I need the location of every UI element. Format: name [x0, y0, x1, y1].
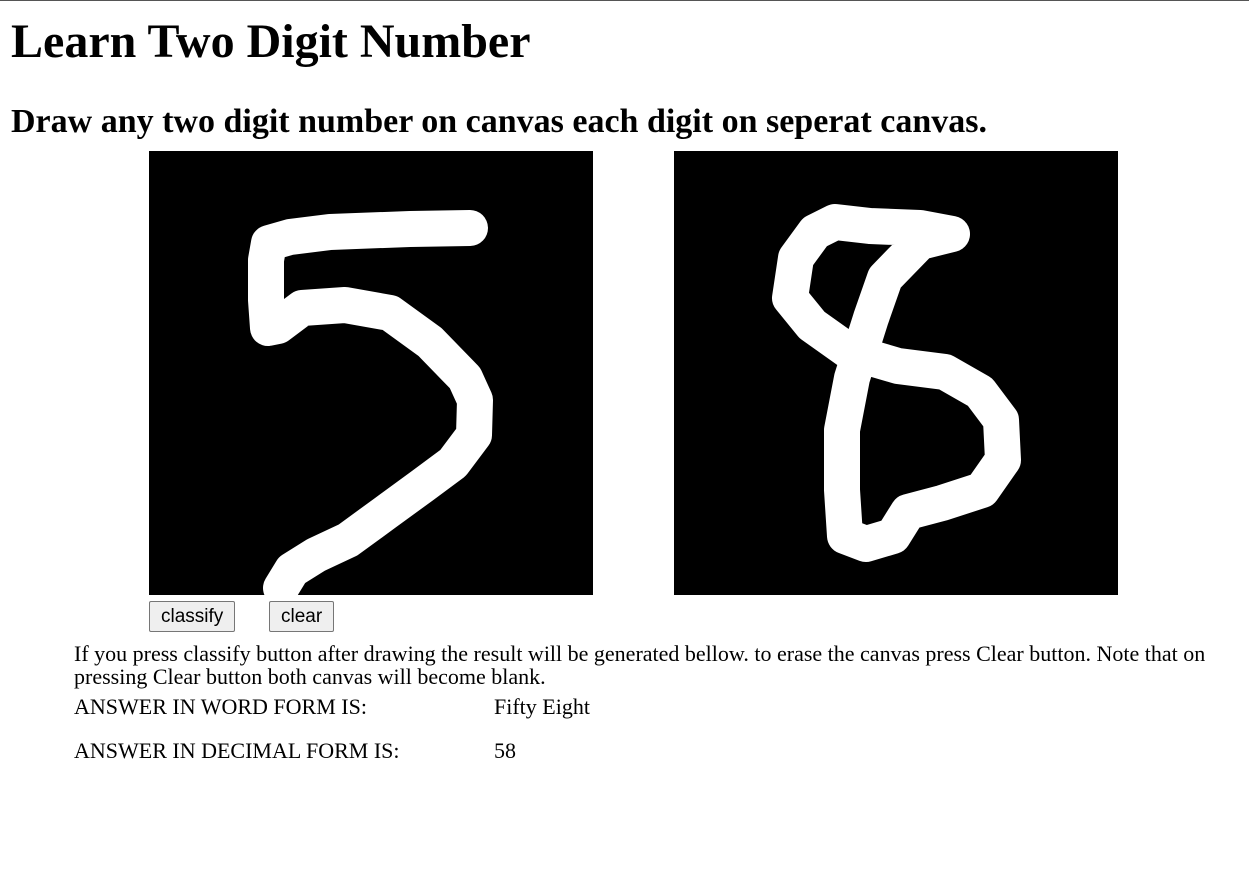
page-title: Learn Two Digit Number: [11, 15, 531, 68]
word-answer-label: ANSWER IN WORD FORM IS:: [74, 694, 367, 719]
digit-eight-drawing: [772, 204, 1021, 562]
first-digit-canvas[interactable]: [149, 151, 593, 595]
instructions-text: If you press classify button after drawi…: [74, 641, 1206, 689]
classify-button[interactable]: classify: [149, 601, 236, 632]
decimal-answer-label: ANSWER IN DECIMAL FORM IS:: [74, 738, 400, 763]
page-subtitle: Draw any two digit number on canvas each…: [11, 103, 987, 140]
second-digit-canvas[interactable]: [674, 151, 1118, 595]
top-border: [0, 0, 1249, 1]
clear-button[interactable]: clear: [269, 601, 335, 632]
word-answer-value: Fifty Eight: [494, 694, 590, 719]
decimal-answer-value: 58: [494, 738, 516, 763]
digit-five-drawing: [248, 210, 493, 595]
